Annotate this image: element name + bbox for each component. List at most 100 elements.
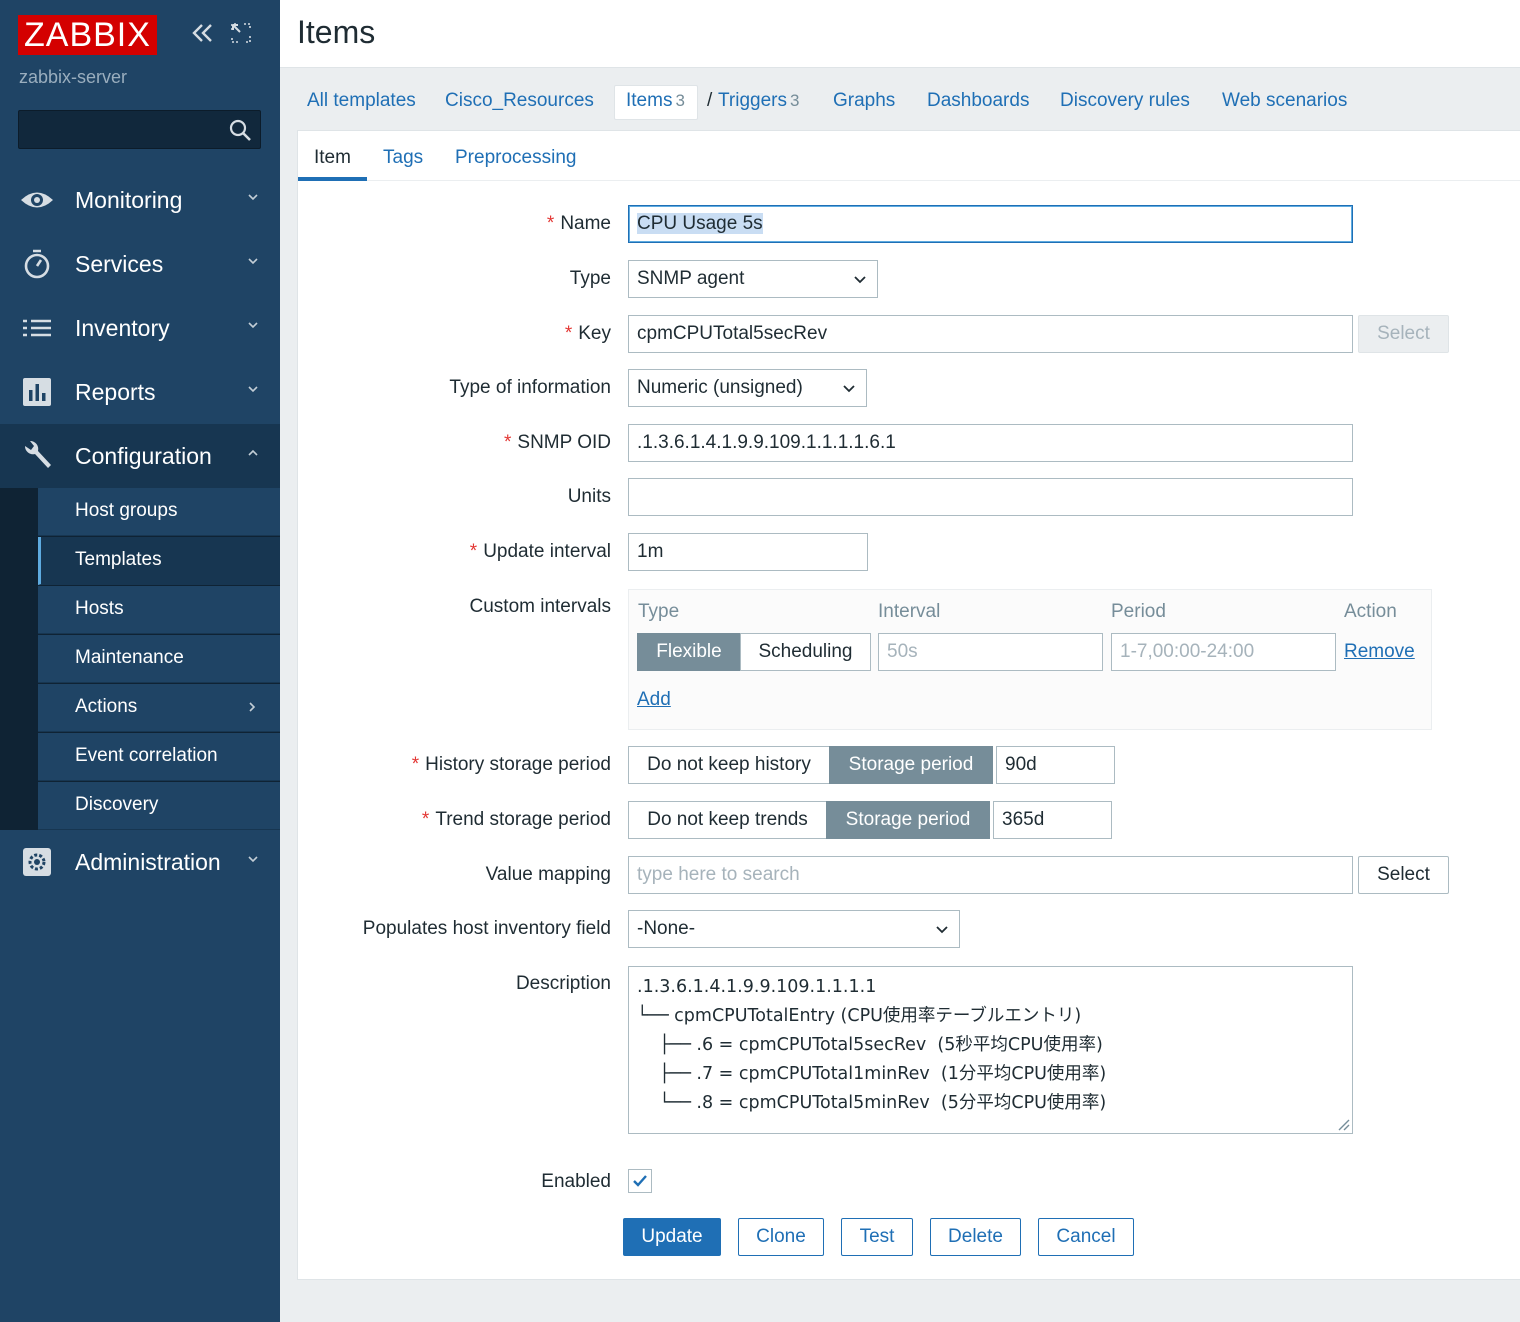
tab-preprocessing[interactable]: Preprocessing bbox=[455, 147, 576, 169]
trend-do-not-keep-toggle[interactable]: Do not keep trends bbox=[628, 801, 827, 839]
nav-web-scenarios[interactable]: Web scenarios bbox=[1222, 90, 1347, 112]
item-form: Item Tags Preprocessing * Name CPU Usage … bbox=[297, 130, 1520, 1280]
menu-administration[interactable]: Administration bbox=[0, 830, 280, 894]
ci-interval-input[interactable]: 50s bbox=[878, 633, 1103, 671]
submenu-discovery[interactable]: Discovery bbox=[38, 782, 280, 830]
chevron-up-icon bbox=[248, 449, 258, 456]
menu-reports[interactable]: Reports bbox=[0, 360, 280, 424]
menu-reports-label: Reports bbox=[75, 379, 156, 405]
history-period-value: 90d bbox=[1005, 754, 1037, 775]
value-mapping-select-button[interactable]: Select bbox=[1358, 856, 1449, 894]
name-input[interactable]: CPU Usage 5s bbox=[628, 205, 1353, 243]
ci-header-type: Type bbox=[638, 601, 680, 622]
nav-dashboards[interactable]: Dashboards bbox=[927, 90, 1029, 112]
bar-chart-icon bbox=[23, 378, 51, 406]
configuration-submenu: Host groups Templates Hosts Maintenance … bbox=[0, 488, 280, 830]
sidebar-search-input[interactable] bbox=[18, 110, 261, 149]
required-mark: * bbox=[564, 323, 573, 344]
history-storage-period-toggle[interactable]: Storage period bbox=[829, 746, 993, 784]
ci-period-input[interactable]: 1-7,00:00-24:00 bbox=[1111, 633, 1336, 671]
type-of-information-select[interactable]: Numeric (unsigned) bbox=[628, 369, 867, 407]
chevron-down-icon bbox=[248, 194, 258, 201]
type-value: SNMP agent bbox=[637, 268, 745, 289]
ci-flexible-toggle[interactable]: Flexible bbox=[637, 633, 741, 671]
test-button[interactable]: Test bbox=[841, 1218, 913, 1256]
type-select[interactable]: SNMP agent bbox=[628, 260, 878, 298]
name-label: * Name bbox=[547, 213, 611, 235]
menu-configuration-label: Configuration bbox=[75, 443, 212, 469]
breadcrumb-nav: All templates / Cisco_Resources Items 3 T… bbox=[280, 69, 1520, 131]
key-select-button[interactable]: Select bbox=[1358, 315, 1449, 353]
gear-icon bbox=[23, 848, 51, 876]
inventory-field-label: Populates host inventory field bbox=[362, 918, 611, 939]
nav-triggers-label: Triggers bbox=[718, 90, 787, 111]
menu-configuration[interactable]: Configuration bbox=[0, 424, 280, 488]
history-storage-label: * History storage period bbox=[412, 754, 611, 776]
ci-scheduling-toggle[interactable]: Scheduling bbox=[740, 633, 871, 671]
value-mapping-input[interactable]: type here to search bbox=[628, 856, 1353, 894]
collapse-sidebar-icon[interactable] bbox=[188, 18, 218, 48]
submenu-templates[interactable]: Templates bbox=[38, 537, 280, 585]
custom-intervals-label: Custom intervals bbox=[469, 596, 612, 617]
ci-period-placeholder: 1-7,00:00-24:00 bbox=[1120, 641, 1255, 662]
trend-storage-period-toggle[interactable]: Storage period bbox=[826, 801, 990, 839]
description-textarea[interactable]: .1.3.6.1.4.1.9.9.109.1.1.1.1 └── cpmCPUT… bbox=[628, 966, 1353, 1134]
snmp-oid-value: .1.3.6.1.4.1.9.9.109.1.1.1.1.6.1 bbox=[637, 432, 896, 453]
page-header: Items bbox=[280, 0, 1520, 68]
nav-items[interactable]: Items 3 bbox=[626, 90, 685, 112]
resize-grip-icon[interactable] bbox=[1336, 1117, 1350, 1131]
active-tab-indicator bbox=[298, 177, 367, 181]
kiosk-mode-icon[interactable] bbox=[230, 22, 252, 44]
submenu-host-groups[interactable]: Host groups bbox=[38, 488, 280, 536]
menu-inventory[interactable]: Inventory bbox=[0, 296, 280, 360]
zabbix-logo[interactable]: ZABBIX bbox=[18, 15, 157, 55]
update-interval-input[interactable]: 1m bbox=[628, 533, 868, 571]
ci-remove-link[interactable]: Remove bbox=[1344, 641, 1415, 663]
server-name: zabbix-server bbox=[19, 67, 128, 87]
breadcrumb-separator: / bbox=[707, 90, 713, 111]
submenu-label: Event correlation bbox=[75, 745, 218, 766]
inventory-field-select[interactable]: -None- bbox=[628, 910, 960, 948]
history-period-input[interactable]: 90d bbox=[996, 746, 1115, 784]
key-input[interactable]: cpmCPUTotal5secRev bbox=[628, 315, 1353, 353]
snmp-oid-input[interactable]: .1.3.6.1.4.1.9.9.109.1.1.1.1.6.1 bbox=[628, 424, 1353, 462]
nav-triggers[interactable]: Triggers 3 bbox=[718, 90, 799, 112]
history-do-not-keep-toggle[interactable]: Do not keep history bbox=[628, 746, 830, 784]
trend-storage-label-text: Trend storage period bbox=[435, 809, 611, 830]
update-interval-label: * Update interval bbox=[470, 541, 611, 563]
menu-services[interactable]: Services bbox=[0, 232, 280, 296]
tab-tags[interactable]: Tags bbox=[383, 147, 423, 169]
nav-discovery-rules[interactable]: Discovery rules bbox=[1060, 90, 1190, 112]
enabled-checkbox[interactable] bbox=[628, 1169, 652, 1193]
type-of-information-value: Numeric (unsigned) bbox=[637, 377, 803, 398]
search-icon[interactable] bbox=[228, 118, 252, 142]
submenu-label: Actions bbox=[75, 696, 138, 717]
nav-items-count: 3 bbox=[675, 91, 685, 110]
chevron-down-icon bbox=[248, 322, 258, 329]
clone-button[interactable]: Clone bbox=[738, 1218, 824, 1256]
sidebar: ZABBIX zabbix-server Monitoring Services… bbox=[0, 0, 280, 1322]
delete-button[interactable]: Delete bbox=[930, 1218, 1021, 1256]
eye-icon bbox=[21, 192, 53, 208]
menu-monitoring[interactable]: Monitoring bbox=[0, 168, 280, 232]
update-interval-value: 1m bbox=[637, 541, 664, 562]
submenu-label: Hosts bbox=[75, 598, 124, 619]
nav-all-templates[interactable]: All templates bbox=[307, 90, 416, 112]
nav-template-name[interactable]: Cisco_Resources bbox=[445, 90, 594, 112]
update-button[interactable]: Update bbox=[623, 1218, 721, 1256]
units-input[interactable] bbox=[628, 478, 1353, 516]
submenu-hosts[interactable]: Hosts bbox=[38, 586, 280, 634]
value-mapping-placeholder: type here to search bbox=[637, 864, 800, 885]
submenu-actions[interactable]: Actions bbox=[38, 684, 280, 732]
chevron-down-icon bbox=[248, 386, 258, 393]
trend-period-input[interactable]: 365d bbox=[993, 801, 1112, 839]
custom-intervals-table: Type Interval Period Action Flexible Sch… bbox=[628, 589, 1432, 730]
cancel-button[interactable]: Cancel bbox=[1038, 1218, 1134, 1256]
ci-add-link[interactable]: Add bbox=[637, 689, 671, 711]
required-mark: * bbox=[546, 213, 555, 234]
nav-graphs[interactable]: Graphs bbox=[833, 90, 895, 112]
submenu-maintenance[interactable]: Maintenance bbox=[38, 635, 280, 683]
key-value: cpmCPUTotal5secRev bbox=[637, 323, 828, 344]
tab-item[interactable]: Item bbox=[314, 147, 351, 169]
submenu-event-correlation[interactable]: Event correlation bbox=[38, 733, 280, 781]
